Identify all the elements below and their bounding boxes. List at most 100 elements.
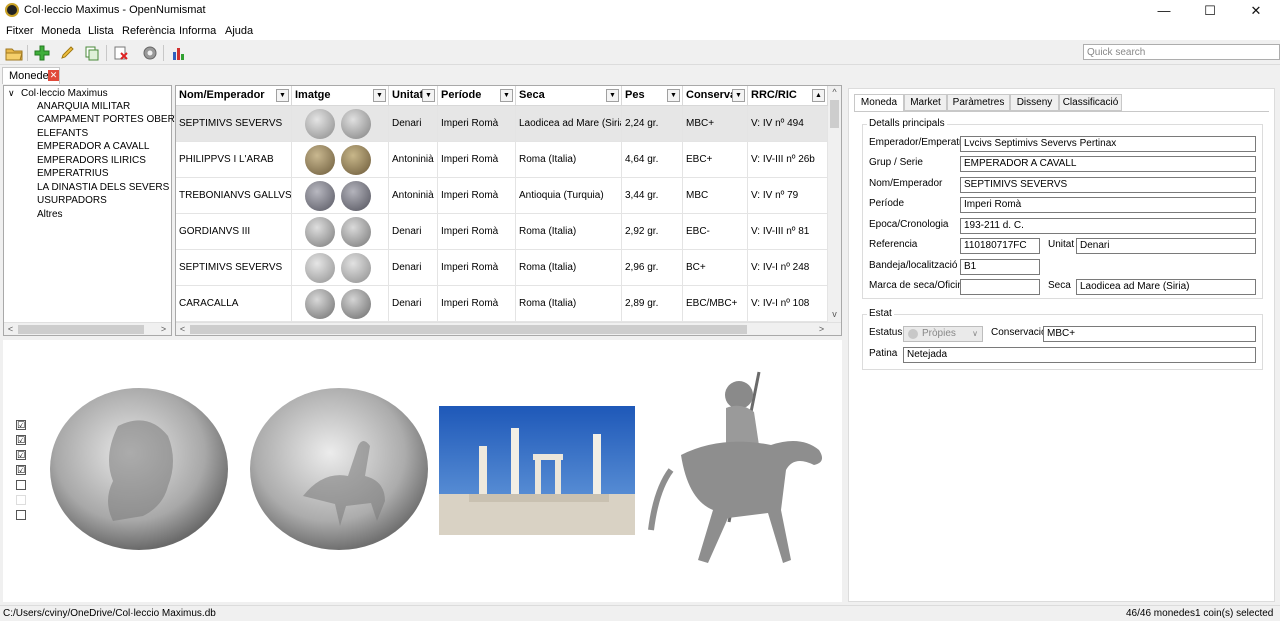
tree-item[interactable]: EMPERATRIUS	[37, 168, 109, 179]
image-checkbox[interactable]	[16, 480, 26, 490]
tree-item[interactable]: Altres	[37, 209, 63, 220]
seca-field[interactable]: Laodicea ad Mare (Siria)	[1076, 279, 1256, 295]
mint-location-photo[interactable]	[439, 406, 635, 535]
unitat-label: Unitat	[1048, 239, 1075, 250]
settings-gear-icon[interactable]	[140, 43, 160, 63]
image-checkbox[interactable]	[16, 510, 26, 520]
scroll-right-icon[interactable]: >	[157, 323, 170, 336]
add-icon[interactable]	[32, 43, 52, 63]
column-header-periode[interactable]: Període ▼	[438, 86, 516, 106]
menu-referencia[interactable]: Referència	[122, 25, 175, 37]
status-dot-icon	[908, 329, 918, 339]
tab-disseny[interactable]: Disseny	[1010, 94, 1059, 111]
periode-field[interactable]: Imperi Romà	[960, 197, 1256, 213]
column-header-unitat[interactable]: Unitat ▼	[389, 86, 438, 106]
tab-classificacio[interactable]: Classificació	[1059, 94, 1122, 111]
patina-field[interactable]: Netejada	[903, 347, 1256, 363]
emperador-label: Emperador/Emperatriu	[869, 137, 971, 148]
tab-parametres[interactable]: Paràmetres	[947, 94, 1010, 111]
tree-root[interactable]: Col·leccio Maximus	[21, 88, 108, 99]
main-details-title: Detalls principals	[867, 118, 947, 129]
quick-search-input[interactable]	[1083, 44, 1280, 60]
open-folder-icon[interactable]	[4, 43, 24, 63]
close-tab-icon[interactable]: ✕	[48, 70, 59, 81]
table-row[interactable]: SEPTIMIVS SEVERVS Denari Imperi Romà Lao…	[176, 106, 828, 142]
window-title: Col·leccio Maximus - OpenNumismat	[24, 4, 206, 16]
emperador-field[interactable]: Lvcivs Septimivs Severvs Pertinax	[960, 136, 1256, 152]
scroll-up-icon[interactable]: ^	[828, 86, 841, 99]
tree-item[interactable]: LA DINASTIA DELS SEVERS	[37, 182, 169, 193]
grup-label: Grup / Serie	[869, 157, 923, 168]
scroll-right-icon[interactable]: >	[815, 323, 828, 335]
tree-item[interactable]: EMPERADORS ILIRICS	[37, 155, 146, 166]
database-path: C:/Users/cviny/OneDrive/Col·leccio Maxim…	[3, 608, 216, 619]
image-checkbox[interactable]: ☑	[16, 420, 26, 430]
scroll-thumb[interactable]	[190, 325, 747, 334]
menu-fitxer[interactable]: Fitxer	[6, 25, 34, 37]
menu-llista[interactable]: Llista	[88, 25, 114, 37]
delete-icon[interactable]	[111, 43, 131, 63]
column-header-seca[interactable]: Seca ▼	[516, 86, 622, 106]
clone-icon[interactable]	[82, 43, 102, 63]
close-button[interactable]: ✕	[1233, 0, 1279, 21]
referencia-field[interactable]: 110180717FC	[960, 238, 1040, 254]
image-checkbox[interactable]: ☑	[16, 450, 26, 460]
horseman-figure-image[interactable]	[641, 360, 841, 580]
marca-field[interactable]	[960, 279, 1040, 295]
tab-moneda[interactable]: Moneda	[854, 94, 904, 112]
edit-pencil-icon[interactable]	[57, 43, 77, 63]
menu-ajuda[interactable]: Ajuda	[225, 25, 253, 37]
nom-field[interactable]: SEPTIMIVS SEVERVS	[960, 177, 1256, 193]
scroll-thumb[interactable]	[18, 325, 144, 334]
conservacio-field[interactable]: MBC+	[1043, 326, 1256, 342]
table-row[interactable]: CARACALLA Denari Imperi Romà Roma (Itali…	[176, 286, 828, 322]
nom-label: Nom/Emperador	[869, 178, 943, 189]
minimize-button[interactable]: —	[1141, 0, 1187, 21]
tab-market[interactable]: Market	[904, 94, 947, 111]
filter-dropdown-icon: ▼	[606, 89, 619, 102]
epoca-label: Epoca/Cronologia	[869, 219, 949, 230]
tree-item[interactable]: ANARQUIA MILITAR	[37, 101, 130, 112]
coin-obverse-image[interactable]	[48, 386, 230, 552]
tab-monedes[interactable]: Monedes ✕	[2, 67, 60, 84]
column-header-ric[interactable]: RRC/RIC ▲	[748, 86, 828, 106]
tree-item[interactable]: EMPERADOR A CAVALL	[37, 141, 149, 152]
scroll-thumb[interactable]	[830, 100, 839, 128]
coin-thumbnail	[292, 250, 389, 286]
table-row[interactable]: PHILIPPVS I L'ARAB Antoninià Imperi Romà…	[176, 142, 828, 178]
tree-item[interactable]: ELEFANTS	[37, 128, 88, 139]
unitat-field[interactable]: Denari	[1076, 238, 1256, 254]
statistics-chart-icon[interactable]	[169, 43, 189, 63]
tree-horizontal-scrollbar[interactable]: < >	[4, 322, 171, 335]
status-bar: C:/Users/cviny/OneDrive/Col·leccio Maxim…	[0, 605, 1280, 621]
tree-item[interactable]: USURPADORS	[37, 195, 107, 206]
table-row[interactable]: TREBONIANVS GALLVS Antoninià Imperi Romà…	[176, 178, 828, 214]
scroll-left-icon[interactable]: <	[4, 323, 17, 336]
coin-table: Nom/Emperador ▼ Imatge ▼ Unitat ▼ Període ▼ …	[175, 85, 842, 336]
tree-expander-icon[interactable]: ∨	[8, 88, 15, 99]
coin-thumbnail	[292, 142, 389, 178]
column-header-pes[interactable]: Pes ▼	[622, 86, 683, 106]
table-horizontal-scrollbar[interactable]: < >	[176, 322, 841, 335]
image-checkbox[interactable]: ☑	[16, 435, 26, 445]
column-header-conservacio[interactable]: Conservac ▼	[683, 86, 748, 106]
tree-item[interactable]: CAMPAMENT PORTES OBERTES	[37, 114, 194, 125]
table-vertical-scrollbar[interactable]: ^ v	[828, 86, 841, 322]
maximize-button[interactable]: ☐	[1187, 0, 1233, 21]
scroll-left-icon[interactable]: <	[176, 323, 189, 335]
bandeja-field[interactable]: B1	[960, 259, 1040, 275]
toolbar	[0, 40, 1280, 65]
column-header-nom[interactable]: Nom/Emperador ▼	[176, 86, 292, 106]
coin-reverse-image[interactable]	[248, 386, 430, 552]
table-row[interactable]: GORDIANVS III Denari Imperi Romà Roma (I…	[176, 214, 828, 250]
epoca-field[interactable]: 193-211 d. C.	[960, 218, 1256, 234]
image-checkbox[interactable]	[16, 495, 26, 505]
estatus-select[interactable]: Pròpies ∨	[903, 326, 983, 342]
menu-informa[interactable]: Informa	[179, 25, 216, 37]
image-checkbox[interactable]: ☑	[16, 465, 26, 475]
scroll-down-icon[interactable]: v	[828, 308, 841, 321]
column-header-imatge[interactable]: Imatge ▼	[292, 86, 389, 106]
grup-field[interactable]: EMPERADOR A CAVALL	[960, 156, 1256, 172]
table-row[interactable]: SEPTIMIVS SEVERVS Denari Imperi Romà Rom…	[176, 250, 828, 286]
menu-moneda[interactable]: Moneda	[41, 25, 81, 37]
